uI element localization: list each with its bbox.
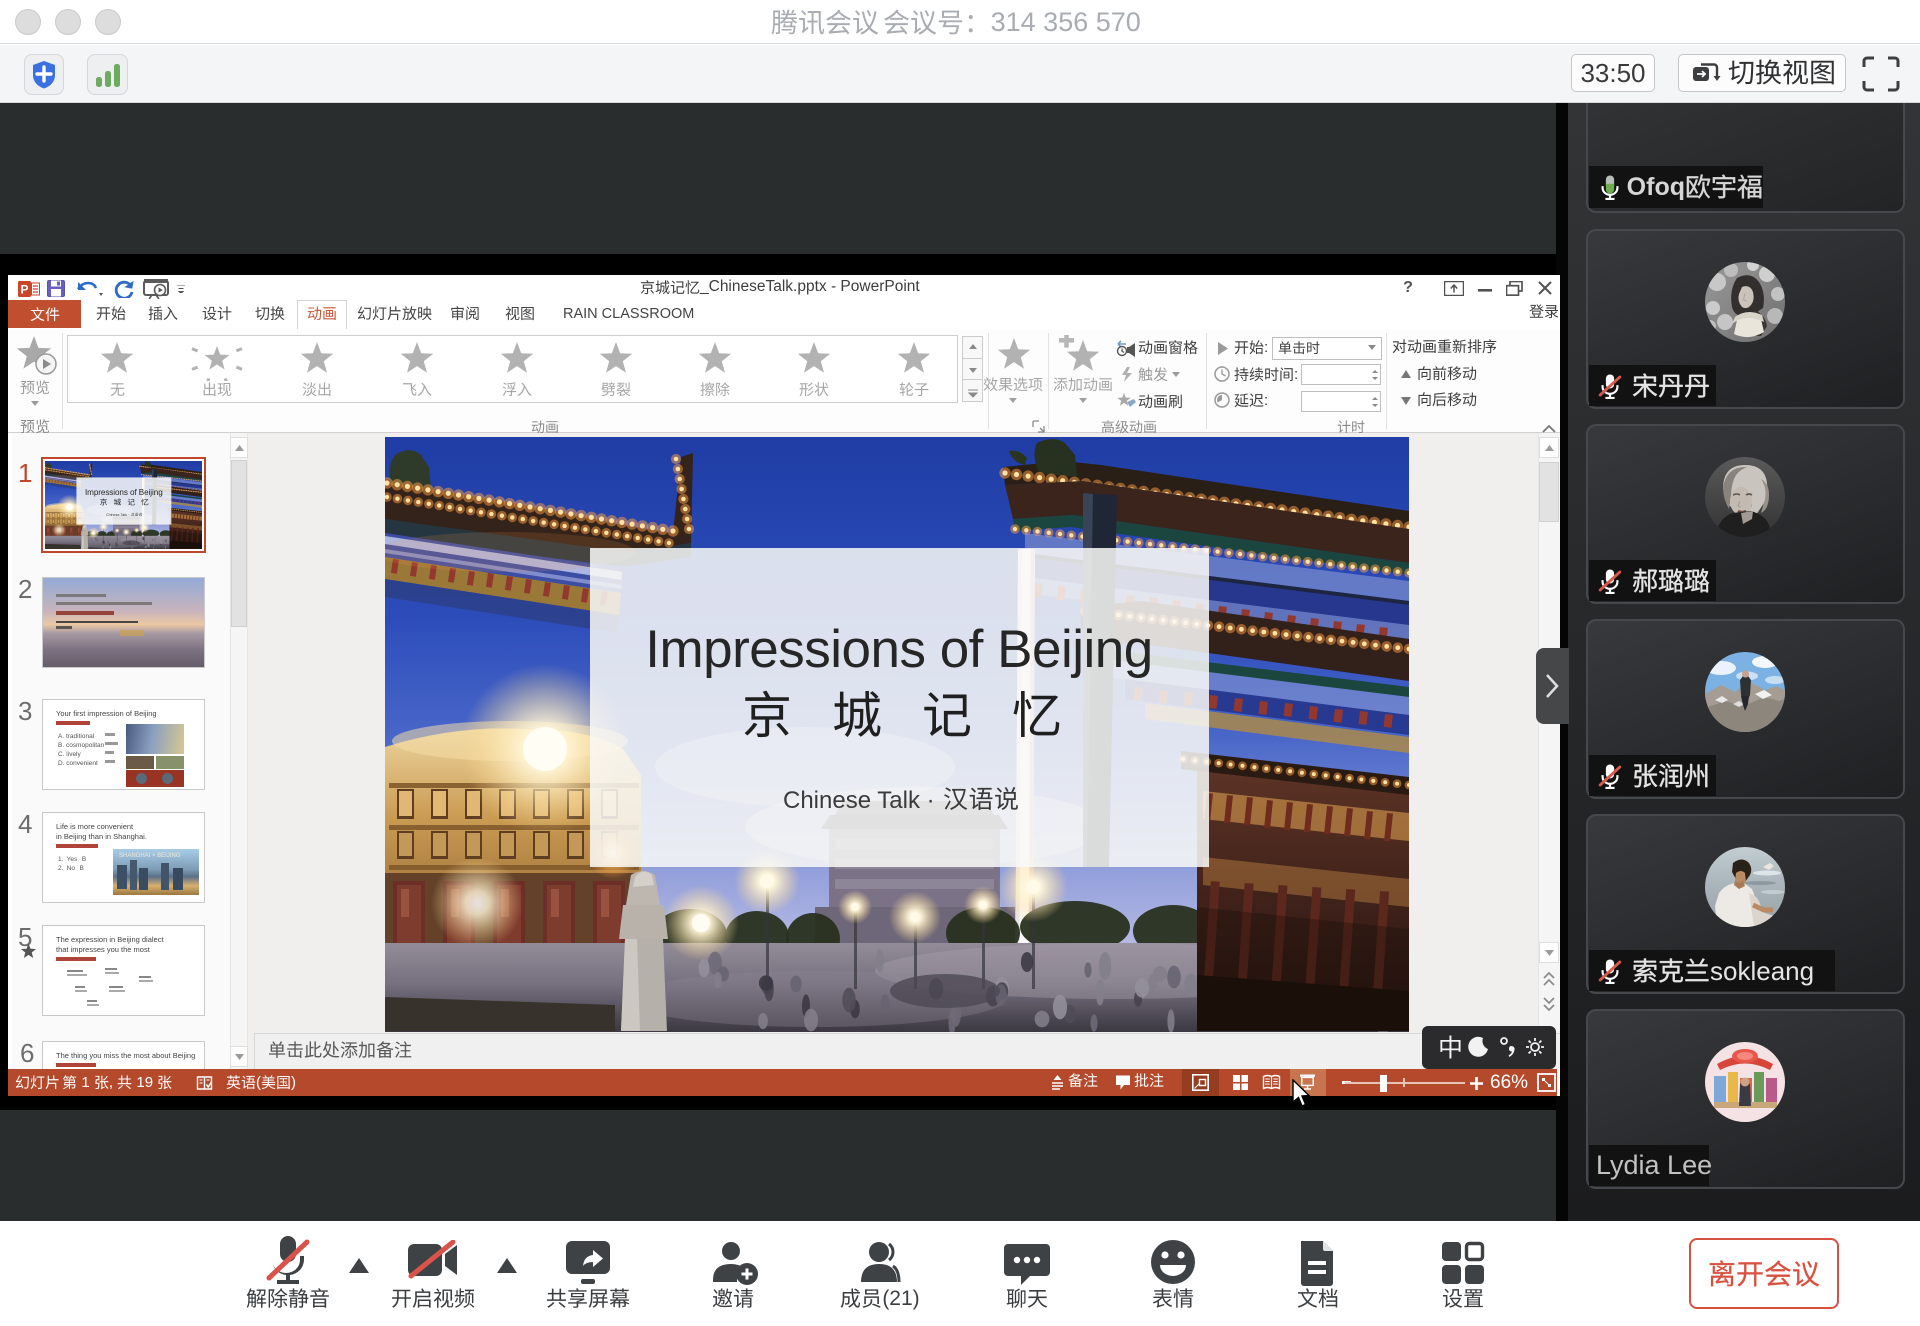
svg-text:P: P: [21, 283, 29, 297]
